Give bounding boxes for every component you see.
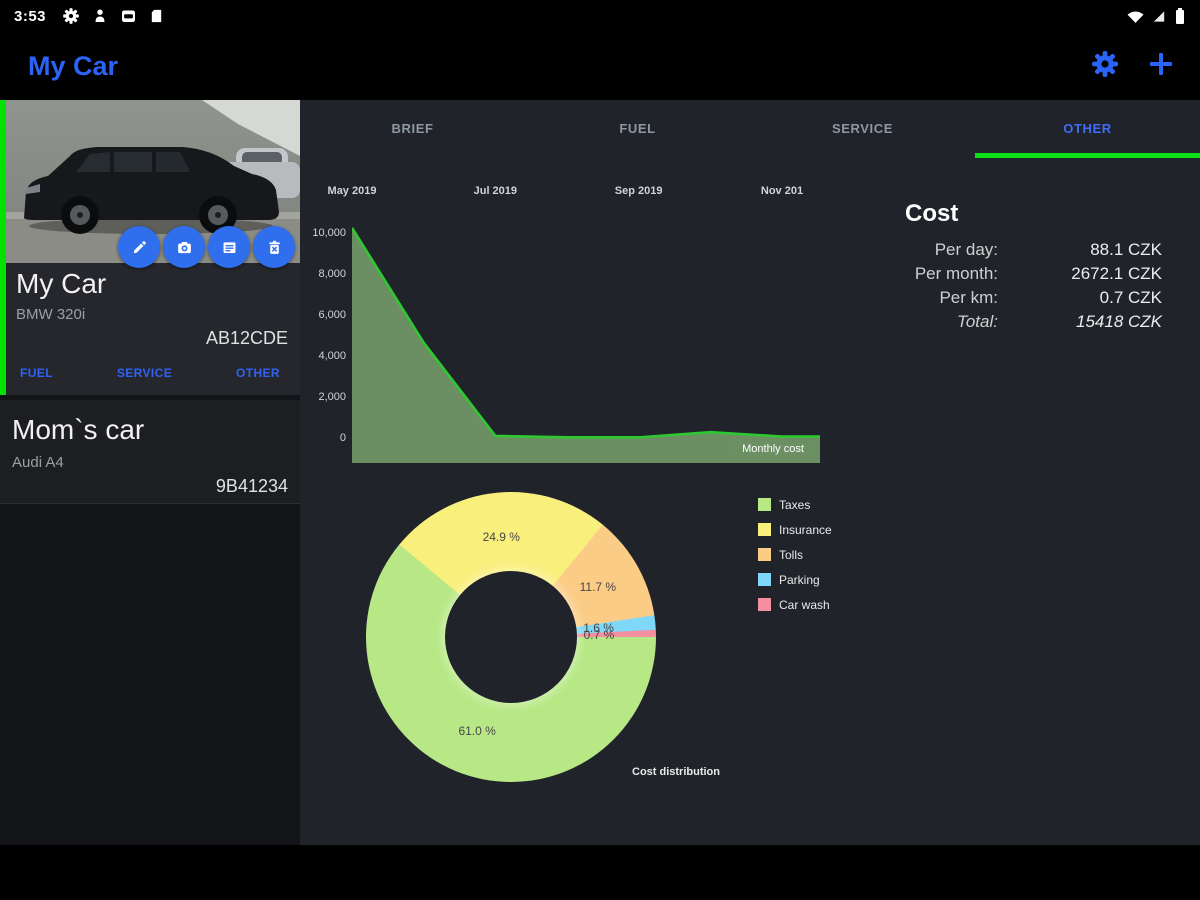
car-name: Mom`s car [12,414,144,446]
donut-title: Cost distribution [586,766,766,778]
donut-legend: Taxes Insurance Tolls Parking Car wash [758,492,832,617]
x-tick-label: May 2019 [307,185,397,197]
cost-row-per-month: Per month: 2672.1 CZK [860,262,1162,286]
app-bar: My Car [0,32,1200,100]
car-name: My Car [16,268,106,300]
car-plate: AB12CDE [206,328,288,349]
settings-gear-icon[interactable] [1090,49,1120,84]
wifi-icon [1126,8,1145,24]
car-tab-other[interactable]: OTHER [236,366,280,380]
tab-fuel[interactable]: FUEL [525,100,750,158]
donut-hole [445,571,577,703]
photos-icon [120,8,137,24]
y-tick-label: 6,000 [300,309,346,321]
legend-item: Car wash [758,592,832,617]
legend-label: Parking [779,573,820,587]
legend-label: Taxes [779,498,810,512]
car-model: BMW 320i [16,306,85,323]
camera-button[interactable] [163,226,205,268]
table-icon [221,239,238,256]
legend-swatch [758,523,771,536]
status-time: 3:53 [14,8,46,25]
x-tick-label: Sep 2019 [594,185,684,197]
legend-item: Taxes [758,492,832,517]
records-button[interactable] [208,226,250,268]
person-icon [92,8,108,24]
legend-item: Tolls [758,542,832,567]
tab-bar: BRIEF FUEL SERVICE OTHER [300,100,1200,158]
slice-percent-label: 11.7 % [580,580,616,594]
sim-icon [149,8,164,24]
car-tab-service[interactable]: SERVICE [117,366,172,380]
legend-swatch [758,498,771,511]
x-tick-label: Nov 201 [737,185,827,197]
battery-icon [1174,7,1186,25]
tab-brief[interactable]: BRIEF [300,100,525,158]
legend-label: Car wash [779,598,830,612]
car-list-sidebar: My Car BMW 320i AB12CDE FUEL SERVICE OTH… [0,100,300,845]
screen: 3:53 [0,0,1200,900]
cost-row-total: Total: 15418 CZK [860,310,1162,334]
tab-service[interactable]: SERVICE [750,100,975,158]
cost-row-per-day: Per day: 88.1 CZK [860,238,1162,262]
y-tick-label: 10,000 [300,227,346,239]
car-quick-tabs: FUEL SERVICE OTHER [0,366,300,380]
status-right-icons [1126,7,1186,25]
legend-label: Tolls [779,548,803,562]
gear-icon [62,7,80,25]
cost-distribution-donut-chart: 61.0 %24.9 %11.7 %1.6 %0.7 % [366,492,656,782]
status-bar: 3:53 [0,0,1200,32]
cost-title: Cost [905,200,1162,228]
edit-button[interactable] [118,226,160,268]
photo-action-buttons [118,226,295,268]
slice-percent-label: 0.7 % [584,628,615,642]
add-car-button[interactable] [1146,49,1176,84]
delete-button[interactable] [253,226,295,268]
slice-percent-label: 61.0 % [458,724,495,738]
cell-signal-icon [1152,8,1167,24]
legend-item: Parking [758,567,832,592]
area-series-label: Monthly cost [732,443,814,455]
car-card-selected[interactable]: My Car BMW 320i AB12CDE FUEL SERVICE OTH… [0,100,300,395]
legend-label: Insurance [779,523,832,537]
legend-swatch [758,573,771,586]
legend-swatch [758,548,771,561]
status-left-icons [62,7,164,25]
cost-panel: Cost Per day: 88.1 CZK Per month: 2672.1… [860,200,1162,334]
car-tab-fuel[interactable]: FUEL [20,366,53,380]
main-content: BRIEF FUEL SERVICE OTHER May 2019 Jul 201… [300,100,1200,845]
legend-swatch [758,598,771,611]
legend-item: Insurance [758,517,832,542]
car-card[interactable]: Mom`s car Audi A4 9B41234 [0,400,300,504]
car-model: Audi A4 [12,454,64,471]
x-tick-label: Jul 2019 [450,185,540,197]
y-tick-label: 4,000 [300,350,346,362]
tab-other[interactable]: OTHER [975,100,1200,158]
y-tick-label: 0 [300,432,346,444]
slice-percent-label: 24.9 % [483,530,520,544]
android-nav-bar [0,845,1200,900]
y-tick-label: 8,000 [300,268,346,280]
car-plate: 9B41234 [216,476,288,497]
monthly-cost-area-chart [352,224,820,464]
pencil-icon [131,239,148,256]
trash-icon [266,239,283,256]
y-tick-label: 2,000 [300,391,346,403]
page-title: My Car [28,51,118,82]
cost-row-per-km: Per km: 0.7 CZK [860,286,1162,310]
camera-icon [176,239,193,256]
active-tab-indicator [975,153,1200,158]
